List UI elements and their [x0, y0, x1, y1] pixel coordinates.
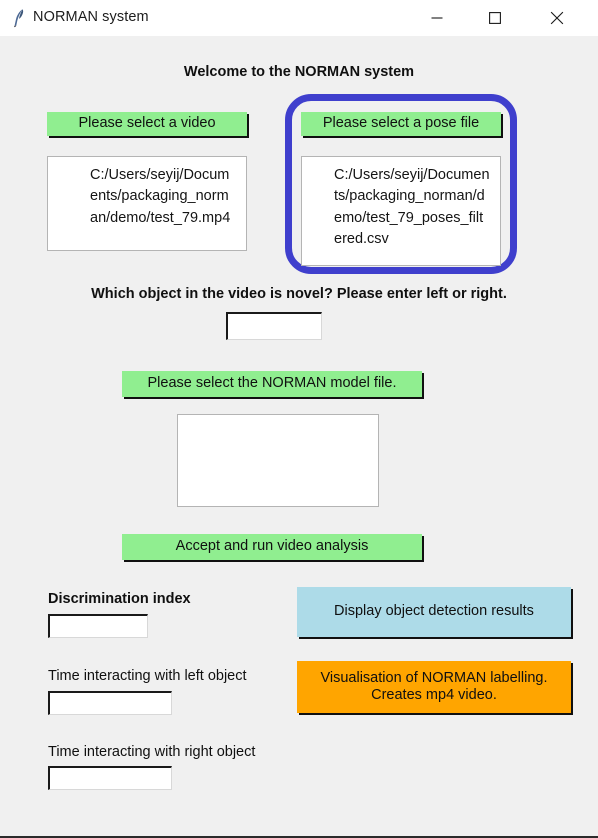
time-left-object-input[interactable]: [48, 691, 172, 715]
novel-object-question: Which object in the video is novel? Plea…: [91, 286, 507, 302]
discrimination-index-input[interactable]: [48, 614, 148, 638]
title-bar: NORMAN system: [0, 0, 598, 37]
time-right-object-input[interactable]: [48, 766, 172, 790]
minimize-button[interactable]: [414, 0, 460, 36]
time-right-object-label: Time interacting with right object: [48, 744, 256, 760]
video-path-textbox[interactable]: C:/Users/seyij/Documents/packaging_norma…: [47, 156, 247, 251]
time-left-object-label: Time interacting with left object: [48, 668, 247, 684]
select-pose-file-button[interactable]: Please select a pose file: [301, 112, 501, 136]
select-video-button[interactable]: Please select a video: [47, 112, 247, 136]
discrimination-index-label: Discrimination index: [48, 591, 191, 607]
pose-path-textbox[interactable]: C:/Users/seyij/Documents/packaging_norma…: [301, 156, 501, 266]
display-detection-results-button[interactable]: Display object detection results: [297, 587, 571, 637]
main-content: Welcome to the NORMAN system Please sele…: [0, 36, 598, 836]
maximize-button[interactable]: [472, 0, 518, 36]
accept-and-run-button[interactable]: Accept and run video analysis: [122, 534, 422, 560]
page-title: Welcome to the NORMAN system: [183, 64, 415, 80]
close-button[interactable]: [534, 0, 580, 36]
window-title: NORMAN system: [33, 9, 149, 25]
model-path-textbox[interactable]: [177, 414, 379, 507]
novel-object-input[interactable]: [226, 312, 322, 340]
feather-icon: [8, 6, 32, 30]
visualisation-button[interactable]: Visualisation of NORMAN labelling. Creat…: [297, 661, 571, 713]
app-window: NORMAN system Welcome to the NORMAN syst…: [0, 0, 598, 838]
select-model-file-button[interactable]: Please select the NORMAN model file.: [122, 371, 422, 397]
